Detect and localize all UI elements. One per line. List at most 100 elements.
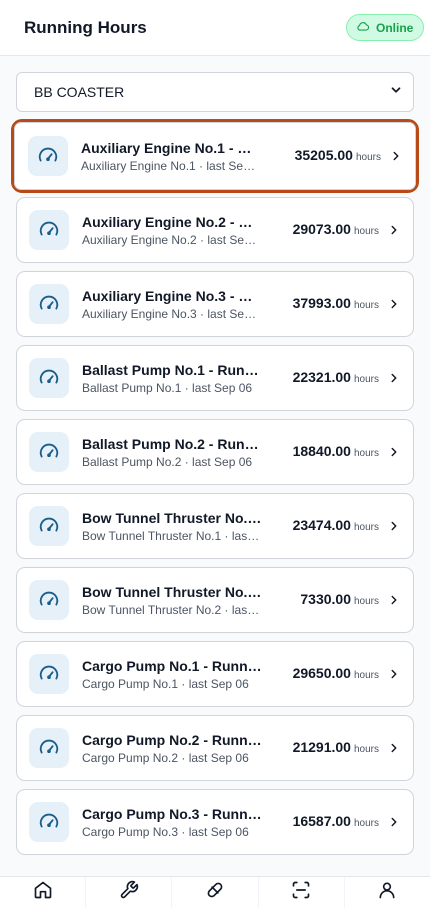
gauge-icon [29, 432, 69, 472]
hours-unit: hours [353, 818, 379, 829]
status-label: Online [376, 20, 414, 35]
chevron-right-icon[interactable] [379, 371, 409, 385]
chevron-right-icon[interactable] [379, 667, 409, 681]
list-item[interactable]: Bow Tunnel Thruster No.2 - Running Hours… [16, 567, 414, 633]
list-item-body: Bow Tunnel Thruster No.2 - Running Hours… [17, 568, 413, 632]
chevron-right-icon[interactable] [379, 445, 409, 459]
list-item-body: Bow Tunnel Thruster No.1 - Running Hours… [17, 494, 413, 558]
item-subtitle: Bow Tunnel Thruster No.2 · last Sep 06 [82, 602, 262, 617]
wrench-icon [119, 880, 139, 905]
hours-value: 29650.00 [292, 665, 351, 681]
list-item-body: Cargo Pump No.3 - Running Hours Cargo Pum… [17, 790, 413, 854]
hours-unit: hours [353, 744, 379, 755]
item-name: Bow Tunnel Thruster No.1 - Running Hours [82, 509, 262, 526]
chevron-right-icon[interactable] [379, 593, 409, 607]
list-item-body: Auxiliary Engine No.2 - Running Hours Aux… [17, 198, 413, 262]
gauge-icon [29, 210, 69, 250]
item-name: Cargo Pump No.2 - Running Hours [82, 731, 262, 748]
nav-tab-wrench[interactable] [86, 877, 173, 908]
list-item[interactable]: Auxiliary Engine No.1 - Running Hours Aux… [11, 119, 419, 193]
list-item-texts: Auxiliary Engine No.2 - Running Hours Aux… [82, 214, 262, 247]
list-item[interactable]: Ballast Pump No.1 - Running Hours Ballast… [16, 345, 414, 411]
status-badge: Online [346, 14, 425, 41]
item-hours: 29650.00 hours [262, 665, 379, 683]
item-subtitle: Auxiliary Engine No.3 · last Sep 06 [82, 306, 262, 321]
item-subtitle: Ballast Pump No.2 · last Sep 06 [82, 454, 253, 469]
list-item[interactable]: Auxiliary Engine No.3 - Running Hours Aux… [16, 271, 414, 337]
home-icon [33, 880, 53, 905]
list-item[interactable]: Auxiliary Engine No.2 - Running Hours Aux… [16, 197, 414, 263]
item-name: Cargo Pump No.3 - Running Hours [82, 805, 262, 822]
cloud-icon [356, 19, 370, 37]
gauge-icon [29, 284, 69, 324]
item-hours: 29073.00 hours [262, 221, 379, 239]
nav-tab-user[interactable] [345, 877, 430, 908]
item-name: Auxiliary Engine No.1 - Running Hours [81, 139, 261, 156]
item-subtitle: Cargo Pump No.2 · last Sep 06 [82, 750, 249, 765]
list-item-texts: Ballast Pump No.2 - Running Hours Ballast… [82, 436, 262, 469]
list-item[interactable]: Cargo Pump No.2 - Running Hours Cargo Pum… [16, 715, 414, 781]
chevron-down-icon [389, 83, 403, 102]
chevron-right-icon[interactable] [381, 149, 411, 163]
item-subtitle: Auxiliary Engine No.2 · last Sep 06 [82, 232, 262, 247]
list-item-body: Auxiliary Engine No.3 - Running Hours Aux… [17, 272, 413, 336]
list-item-body: Auxiliary Engine No.1 - Running Hours Aux… [14, 122, 416, 190]
item-name: Bow Tunnel Thruster No.2 - Running Hours [82, 583, 262, 600]
list-item[interactable]: Cargo Pump No.1 - Running Hours Cargo Pum… [16, 641, 414, 707]
list-item[interactable]: Bow Tunnel Thruster No.1 - Running Hours… [16, 493, 414, 559]
list-item-body: Cargo Pump No.2 - Running Hours Cargo Pum… [17, 716, 413, 780]
page-title: Running Hours [24, 18, 147, 37]
hours-unit: hours [353, 522, 379, 533]
pill-icon [205, 880, 225, 905]
item-hours: 7330.00 hours [262, 591, 379, 609]
hours-value: 7330.00 [300, 591, 351, 607]
list-item-texts: Auxiliary Engine No.3 - Running Hours Aux… [82, 288, 262, 321]
item-hours: 22321.00 hours [262, 369, 379, 387]
list-item-body: Ballast Pump No.1 - Running Hours Ballast… [17, 346, 413, 410]
item-name: Ballast Pump No.2 - Running Hours [82, 435, 262, 452]
chevron-right-icon[interactable] [379, 519, 409, 533]
hours-unit: hours [353, 374, 379, 385]
hours-value: 21291.00 [292, 739, 351, 755]
nav-tab-pill[interactable] [172, 877, 259, 908]
list-item-texts: Bow Tunnel Thruster No.2 - Running Hours… [82, 584, 262, 617]
item-name: Ballast Pump No.1 - Running Hours [82, 361, 262, 378]
gauge-icon [29, 654, 69, 694]
nav-tab-scan[interactable] [259, 877, 345, 908]
hours-value: 22321.00 [292, 369, 351, 385]
item-hours: 35205.00 hours [261, 147, 381, 165]
hours-value: 18840.00 [292, 443, 351, 459]
vessel-select[interactable]: BB COASTER [16, 72, 414, 112]
gauge-icon [29, 506, 69, 546]
item-subtitle: Cargo Pump No.3 · last Sep 06 [82, 824, 249, 839]
gauge-icon [29, 802, 69, 842]
scan-icon [291, 880, 311, 905]
item-hours: 23474.00 hours [262, 517, 379, 535]
list-item-texts: Auxiliary Engine No.1 - Running Hours Aux… [81, 140, 261, 173]
hours-value: 35205.00 [294, 147, 353, 163]
item-hours: 16587.00 hours [262, 813, 379, 831]
nav-tab-home[interactable] [0, 877, 87, 908]
item-name: Cargo Pump No.1 - Running Hours [82, 657, 262, 674]
vessel-select-value: BB COASTER [34, 84, 125, 100]
chevron-right-icon[interactable] [379, 223, 409, 237]
chevron-right-icon[interactable] [379, 297, 409, 311]
gauge-icon [29, 728, 69, 768]
item-subtitle: Bow Tunnel Thruster No.1 · last Sep 06 [82, 528, 262, 543]
hours-unit: hours [353, 300, 379, 311]
chevron-right-icon[interactable] [379, 815, 409, 829]
list-item-texts: Cargo Pump No.1 - Running Hours Cargo Pum… [82, 658, 262, 691]
chevron-right-icon[interactable] [379, 741, 409, 755]
hours-value: 23474.00 [292, 517, 351, 533]
list-item-body: Ballast Pump No.2 - Running Hours Ballast… [17, 420, 413, 484]
hours-unit: hours [353, 448, 379, 459]
list-item-texts: Cargo Pump No.3 - Running Hours Cargo Pum… [82, 806, 262, 839]
item-subtitle: Ballast Pump No.1 · last Sep 06 [82, 380, 253, 395]
hours-unit: hours [353, 596, 379, 607]
app-header: Running Hours Online [0, 0, 430, 56]
list-item-texts: Cargo Pump No.2 - Running Hours Cargo Pum… [82, 732, 262, 765]
gauge-icon [29, 358, 69, 398]
list-item-body: Cargo Pump No.1 - Running Hours Cargo Pum… [17, 642, 413, 706]
list-item[interactable]: Cargo Pump No.3 - Running Hours Cargo Pum… [16, 789, 414, 855]
list-item[interactable]: Ballast Pump No.2 - Running Hours Ballast… [16, 419, 414, 485]
